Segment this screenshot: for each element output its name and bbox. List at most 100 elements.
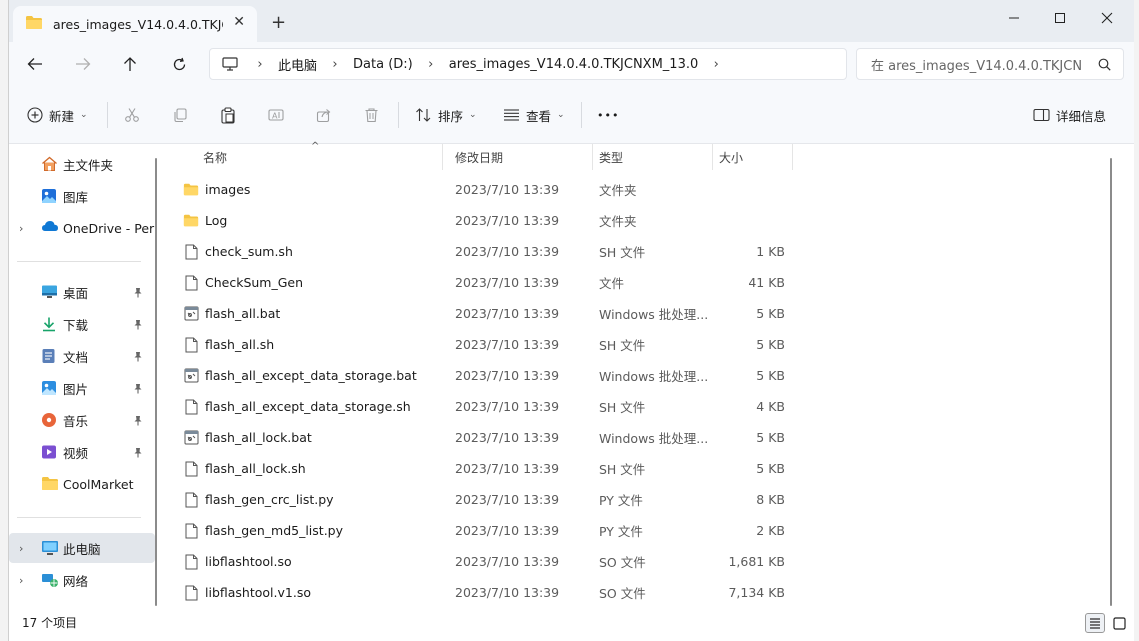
file-name-cell[interactable]: CheckSum_Gen — [183, 267, 443, 298]
forward-button[interactable] — [70, 52, 96, 76]
sidebar-item-desktop[interactable]: 桌面 — [9, 277, 155, 307]
breadcrumb-current-folder[interactable]: ares_images_V14.0.4.0.TKJCNXM_13.0 — [449, 57, 699, 72]
file-row[interactable]: libflashtool.so 2023/7/10 13:39 SO 文件 1,681… — [183, 546, 793, 577]
address-bar[interactable]: › 此电脑 › Data (D:) › ares_images_V14.0.4.… — [209, 48, 847, 80]
file-name-cell[interactable]: libflashtool.so — [183, 546, 443, 577]
sidebar-item-music[interactable]: 音乐 — [9, 405, 155, 435]
file-name-cell[interactable]: libflashtool.v1.so — [183, 577, 443, 608]
file-name: CheckSum_Gen — [205, 275, 304, 290]
file-name-cell[interactable]: flash_gen_md5_list.py — [183, 515, 443, 546]
file-size: 2 KB — [756, 523, 785, 538]
batch-file-icon — [183, 429, 199, 447]
file-row[interactable]: libflashtool.v1.so 2023/7/10 13:39 SO 文件 7,… — [183, 577, 793, 608]
sidebar-item-gallery[interactable]: 图库 — [9, 181, 155, 211]
file-name-cell[interactable]: flash_all.sh — [183, 329, 443, 360]
file-row[interactable]: flash_gen_crc_list.py 2023/7/10 13:39 PY 文… — [183, 484, 793, 515]
tab-close-button[interactable]: ✕ — [233, 14, 245, 30]
pc-icon — [41, 540, 59, 559]
file-row[interactable]: flash_all.sh 2023/7/10 13:39 SH 文件 5 KB — [183, 329, 793, 360]
breadcrumb-drive[interactable]: Data (D:) — [353, 57, 413, 72]
file-type: 文件 — [599, 276, 625, 291]
chevron-right-icon[interactable]: › — [19, 574, 23, 587]
file-row[interactable]: flash_gen_md5_list.py 2023/7/10 13:39 PY 文… — [183, 515, 793, 546]
more-options-button[interactable]: ••• — [597, 105, 619, 125]
file-row[interactable]: flash_all_lock.sh 2023/7/10 13:39 SH 文件 5 K… — [183, 453, 793, 484]
view-button[interactable]: 查看 ⌄ — [503, 105, 565, 125]
sidebar-item-home[interactable]: 主文件夹 — [9, 149, 155, 179]
pin-icon[interactable] — [133, 414, 143, 429]
file-row[interactable]: images 2023/7/10 13:39 文件夹 — [183, 174, 793, 205]
file-name-cell[interactable]: flash_all_lock.bat — [183, 422, 443, 453]
file-name-cell[interactable]: flash_all_lock.sh — [183, 453, 443, 484]
minimize-button[interactable] — [991, 4, 1037, 32]
details-pane-button[interactable]: 详细信息 — [1033, 105, 1106, 125]
sidebar-item-downloads[interactable]: 下载 — [9, 309, 155, 339]
breadcrumb-chevron-icon[interactable]: › — [248, 57, 272, 72]
cut-button[interactable] — [124, 105, 140, 125]
command-bar: 新建 ⌄ A 排序 ⌄ 查看 ⌄ ••• 详细信息 — [9, 86, 1134, 144]
file-name-cell[interactable]: flash_gen_crc_list.py — [183, 484, 443, 515]
column-header-size[interactable]: 大小 — [713, 144, 793, 170]
search-box[interactable]: 在 ares_images_V14.0.4.0.TKJCNX — [856, 48, 1124, 80]
file-row[interactable]: flash_all_except_data_storage.bat 2023/7/… — [183, 360, 793, 391]
share-button[interactable] — [316, 105, 332, 125]
up-button[interactable] — [117, 52, 143, 76]
column-header-type[interactable]: 类型 — [593, 144, 713, 170]
column-header-date[interactable]: 修改日期 — [449, 144, 593, 170]
file-row[interactable]: flash_all_lock.bat 2023/7/10 13:39 Windows… — [183, 422, 793, 453]
file-row[interactable]: flash_all.bat 2023/7/10 13:39 Windows 批处理.… — [183, 298, 793, 329]
breadcrumb-this-pc[interactable]: 此电脑 — [278, 55, 317, 74]
file-row[interactable]: Log 2023/7/10 13:39 文件夹 — [183, 205, 793, 236]
new-tab-button[interactable]: + — [271, 12, 286, 33]
file-size: 1 KB — [756, 244, 785, 259]
paste-button[interactable] — [220, 105, 236, 125]
sidebar-item-onedrive[interactable]: › OneDrive - Per — [9, 213, 155, 243]
chevron-right-icon[interactable]: › — [19, 222, 23, 235]
pin-icon[interactable] — [133, 382, 143, 397]
maximize-button[interactable] — [1037, 4, 1083, 32]
rename-icon: A — [268, 109, 284, 121]
pin-icon[interactable] — [133, 318, 143, 333]
sidebar-item-network[interactable]: › 网络 — [9, 565, 155, 595]
sidebar-scrollbar[interactable] — [155, 158, 157, 606]
details-view-button[interactable] — [1085, 613, 1105, 633]
file-name-cell[interactable]: flash_all_except_data_storage.bat — [183, 360, 443, 391]
file-row[interactable]: CheckSum_Gen 2023/7/10 13:39 文件 41 KB — [183, 267, 793, 298]
plus-circle-icon — [27, 107, 43, 123]
chevron-right-icon[interactable]: › — [19, 542, 23, 555]
sidebar-item-documents[interactable]: 文档 — [9, 341, 155, 371]
pin-icon[interactable] — [133, 286, 143, 301]
sidebar-item-coolmarket[interactable]: CoolMarket — [9, 469, 155, 499]
file-row[interactable]: check_sum.sh 2023/7/10 13:39 SH 文件 1 KB — [183, 236, 793, 267]
refresh-button[interactable] — [166, 52, 192, 76]
file-row[interactable]: flash_all_except_data_storage.sh 2023/7/1… — [183, 391, 793, 422]
column-header-name[interactable]: 名称 ^ — [197, 141, 443, 170]
back-button[interactable] — [22, 52, 48, 76]
file-name-cell[interactable]: images — [183, 174, 443, 205]
delete-button[interactable] — [364, 105, 379, 125]
tab-current-folder[interactable]: ares_images_V14.0.4.0.TKJCNX ✕ — [13, 6, 257, 42]
details-pane-icon — [1033, 108, 1050, 122]
network-icon — [41, 572, 59, 591]
copy-button[interactable] — [172, 105, 188, 125]
sidebar-item-videos[interactable]: 视频 — [9, 437, 155, 467]
sidebar-item-this-pc[interactable]: › 此电脑 — [9, 533, 155, 563]
close-window-button[interactable] — [1084, 4, 1130, 32]
file-name-cell[interactable]: flash_all_except_data_storage.sh — [183, 391, 443, 422]
rename-button[interactable]: A — [268, 105, 284, 125]
sidebar-item-pictures[interactable]: 图片 — [9, 373, 155, 403]
file-name-cell[interactable]: flash_all.bat — [183, 298, 443, 329]
sort-button[interactable]: 排序 ⌄ — [415, 105, 477, 125]
breadcrumb-chevron-icon[interactable]: › — [323, 57, 347, 72]
chevron-down-icon: ⌄ — [469, 110, 477, 120]
breadcrumb-chevron-icon[interactable]: › — [704, 57, 728, 72]
pin-icon[interactable] — [133, 350, 143, 365]
file-name-cell[interactable]: check_sum.sh — [183, 236, 443, 267]
file-name-cell[interactable]: Log — [183, 205, 443, 236]
file-list-scrollbar[interactable] — [1110, 158, 1112, 606]
large-icons-view-button[interactable] — [1109, 613, 1129, 633]
breadcrumb-chevron-icon[interactable]: › — [419, 57, 443, 72]
toolbar-divider — [581, 102, 582, 128]
pin-icon[interactable] — [133, 446, 143, 461]
new-button[interactable]: 新建 ⌄ — [27, 105, 88, 125]
